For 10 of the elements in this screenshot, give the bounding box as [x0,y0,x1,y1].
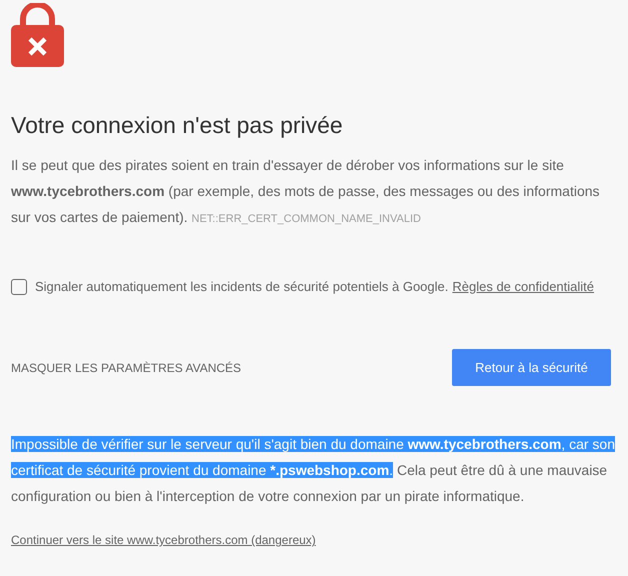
details-text: Impossible de vérifier sur le serveur qu'il s'agit bien du domaine www.tycebrothers.com, car son certificat de sécurité provient du domaine *.pswebshop.com. Cela peut être dû à une mauvaise configuration ou bien à l'interception de votre connexion par un pirate informatique. [11,435,616,506]
privacy-link[interactable]: Règles de confidentialité [452,276,594,296]
back-to-safety-button[interactable]: Retour à la sécurité [452,349,611,386]
checkbox[interactable] [11,278,27,294]
report-label: Signaler automatiquement les incidents de sécurité potentiels à Google. [35,278,448,296]
proceed-link[interactable]: Continuer vers le site www.tycebrothers.com (dangereux) [11,531,316,550]
warning-text: Il se peut que des pirates soient en train d'essayer de dérober vos informations sur le site www.tycebrothers.com (par exemple, des mots de passe, des messages ou des informations sur vos cartes de paiement). NET::ERR_CERT_COMMON_NAME_INVALID [11,156,601,227]
advanced-toggle-link[interactable]: MASQUER LES PARAMÈTRES AVANCÉS [11,358,242,377]
lock-error-icon [11,3,64,67]
page-heading: Votre connexion n'est pas privée [11,111,344,140]
